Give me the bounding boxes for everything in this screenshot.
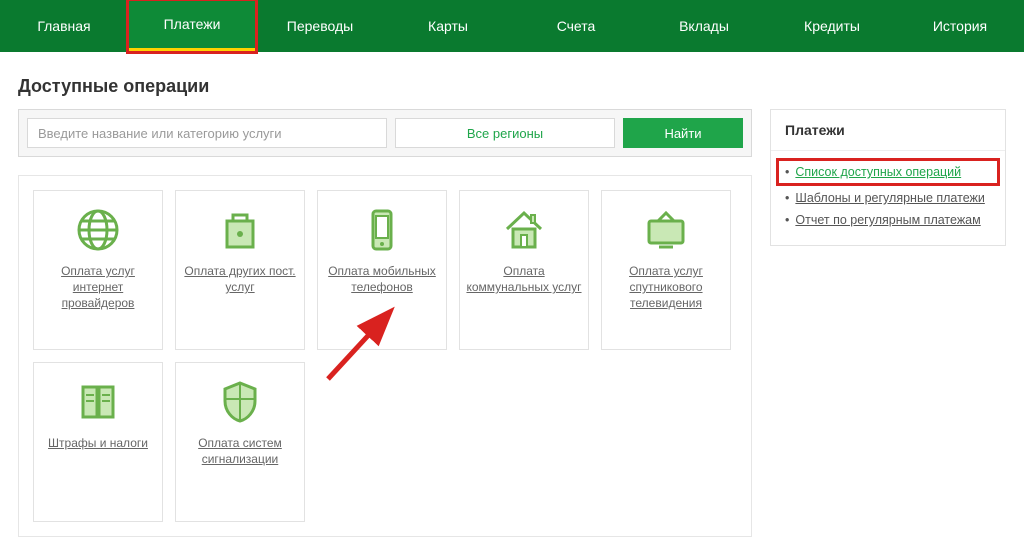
bullet-icon: • <box>785 165 789 179</box>
house-icon <box>499 205 549 255</box>
tile-fines[interactable]: Штрафы и налоги <box>33 362 163 522</box>
find-button[interactable]: Найти <box>623 118 743 148</box>
sidebar-item-label: Отчет по регулярным платежам <box>795 213 980 227</box>
tile-alarm[interactable]: Оплата систем сигнализации <box>175 362 305 522</box>
sidebar-item-report[interactable]: • Отчет по регулярным платежам <box>785 209 991 231</box>
nav-label: Переводы <box>287 18 353 34</box>
tile-mobile[interactable]: Оплата мобильных телефонов <box>317 190 447 350</box>
nav-item-payments[interactable]: Платежи <box>128 0 256 52</box>
shield-icon <box>215 377 265 427</box>
nav-label: Кредиты <box>804 18 860 34</box>
bullet-icon: • <box>785 213 789 227</box>
nav-item-credits[interactable]: Кредиты <box>768 0 896 52</box>
phone-icon <box>357 205 407 255</box>
nav-item-accounts[interactable]: Счета <box>512 0 640 52</box>
sidebar-panel: Платежи • Список доступных операций • Ша… <box>770 109 1006 246</box>
nav-label: Карты <box>428 18 468 34</box>
bag-icon <box>215 205 265 255</box>
sidebar-item-available-ops[interactable]: • Список доступных операций <box>779 161 997 183</box>
tile-utilities[interactable]: Оплата коммунальных услуг <box>459 190 589 350</box>
region-select[interactable]: Все регионы <box>395 118 615 148</box>
sidebar-item-templates[interactable]: • Шаблоны и регулярные платежи <box>785 187 991 209</box>
nav-label: Счета <box>557 18 596 34</box>
receipt-icon <box>73 377 123 427</box>
nav-item-transfers[interactable]: Переводы <box>256 0 384 52</box>
sidebar-title: Платежи <box>771 110 1005 151</box>
tile-internet[interactable]: Оплата услуг интернет провайдеров <box>33 190 163 350</box>
nav-item-deposits[interactable]: Вклады <box>640 0 768 52</box>
tile-label: Оплата услуг спутникового телевидения <box>608 263 724 312</box>
tiles-container: Оплата услуг интернет провайдеров Оплата… <box>18 175 752 537</box>
nav-item-main[interactable]: Главная <box>0 0 128 52</box>
sidebar-item-label: Шаблоны и регулярные платежи <box>795 191 984 205</box>
nav-label: История <box>933 18 987 34</box>
nav-item-cards[interactable]: Карты <box>384 0 512 52</box>
tile-label: Оплата систем сигнализации <box>182 435 298 467</box>
page-title: Доступные операции <box>18 76 1024 97</box>
tile-other[interactable]: Оплата других пост. услуг <box>175 190 305 350</box>
nav-label: Главная <box>37 18 90 34</box>
nav-label: Вклады <box>679 18 729 34</box>
globe-icon <box>73 205 123 255</box>
tile-label: Оплата коммунальных услуг <box>466 263 582 295</box>
bullet-icon: • <box>785 191 789 205</box>
tile-label: Оплата услуг интернет провайдеров <box>40 263 156 312</box>
nav-label: Платежи <box>164 16 221 32</box>
tile-label: Штрафы и налоги <box>48 435 148 451</box>
tile-label: Оплата других пост. услуг <box>182 263 298 295</box>
search-input[interactable] <box>27 118 387 148</box>
top-nav: Главная Платежи Переводы Карты Счета Вкл… <box>0 0 1024 52</box>
tile-tv[interactable]: Оплата услуг спутникового телевидения <box>601 190 731 350</box>
nav-item-history[interactable]: История <box>896 0 1024 52</box>
tile-label: Оплата мобильных телефонов <box>324 263 440 295</box>
tv-icon <box>641 205 691 255</box>
sidebar-item-label: Список доступных операций <box>795 165 961 179</box>
search-bar: Все регионы Найти <box>18 109 752 157</box>
